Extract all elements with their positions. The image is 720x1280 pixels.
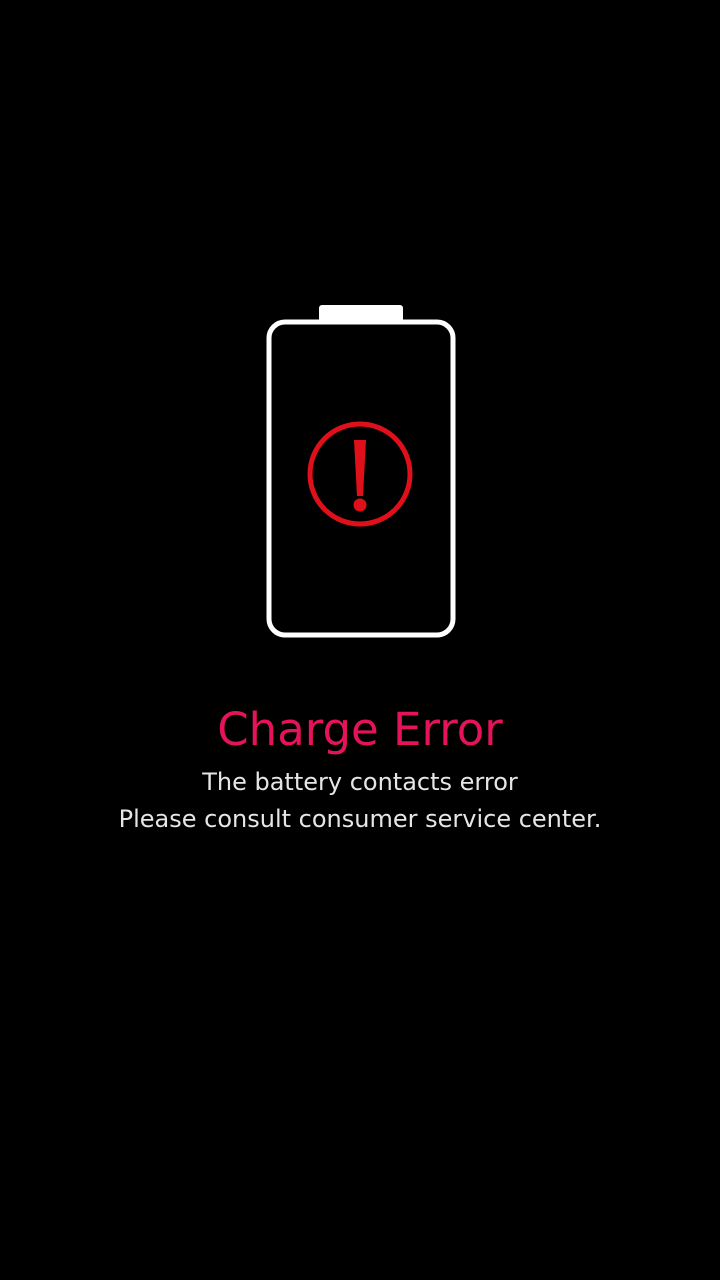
- error-message: The battery contacts error Please consul…: [0, 764, 720, 838]
- exclamation-circle-icon: [307, 421, 413, 527]
- error-message-line-2: Please consult consumer service center.: [118, 805, 602, 833]
- charge-error-screen: Charge Error The battery contacts error …: [0, 0, 720, 1280]
- error-message-line-1: The battery contacts error: [202, 768, 518, 796]
- battery-icon: [266, 305, 456, 639]
- error-title: Charge Error: [217, 703, 503, 756]
